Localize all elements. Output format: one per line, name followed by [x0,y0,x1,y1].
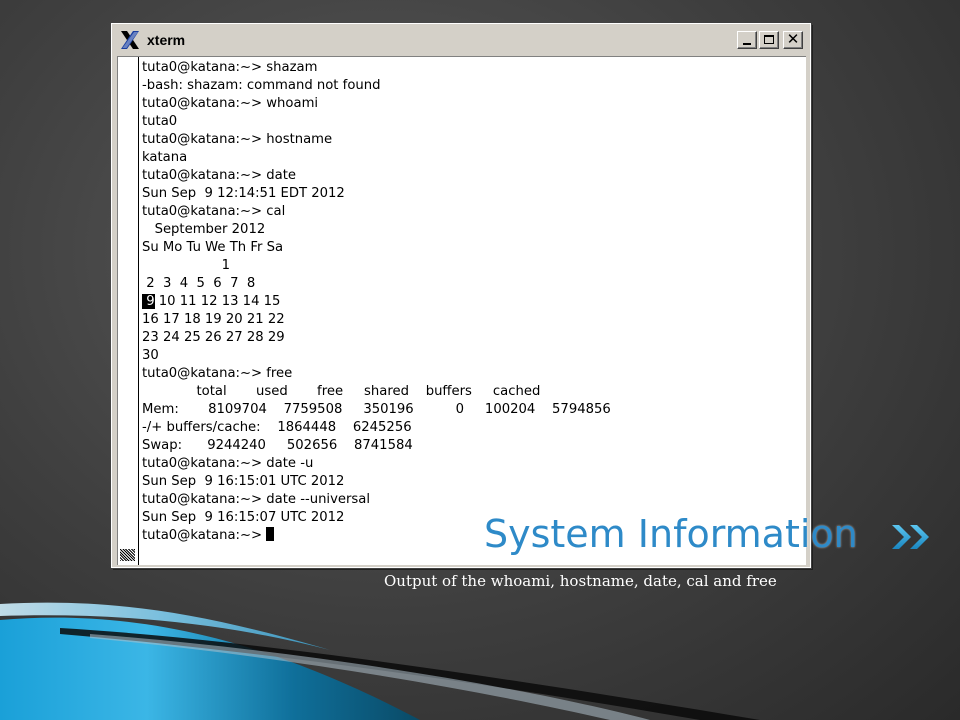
terminal-line: Su Mo Tu We Th Fr Sa [142,240,284,255]
terminal-line: Sun Sep 9 16:15:01 UTC 2012 [142,474,345,489]
terminal-line: -bash: shazam: command not found [142,78,381,93]
minimize-button[interactable] [737,31,757,49]
maximize-icon [764,35,774,44]
terminal-line: 30 [142,348,159,363]
terminal-line: 16 17 18 19 20 21 22 [142,312,285,327]
slide-title: System Information [484,512,858,556]
scroll-grip-icon[interactable] [120,549,135,561]
terminal-prompt: tuta0@katana:~> [142,528,267,543]
terminal-line: September 2012 [142,222,266,237]
x-logo-icon [119,29,141,51]
terminal-area[interactable]: tuta0@katana:~> shazam -bash: shazam: com… [117,56,806,565]
terminal-line: 23 24 25 26 27 28 29 [142,330,285,345]
terminal-line: tuta0@katana:~> date -u [142,456,314,471]
terminal-line: tuta0@katana:~> whoami [142,96,319,111]
window-controls: ✕ [737,30,803,49]
terminal-line: tuta0 [142,114,178,129]
terminal-line: tuta0@katana:~> date [142,168,297,183]
terminal-line-rest: 10 11 12 13 14 15 [158,294,281,309]
double-chevron-icon [892,525,929,549]
maximize-button[interactable] [759,31,779,49]
window-title: xterm [147,32,186,48]
terminal-output: tuta0@katana:~> shazam -bash: shazam: com… [142,59,611,545]
terminal-line: Mem: 8109704 7759508 350196 0 100204 579… [142,402,611,417]
terminal-line: tuta0@katana:~> cal [142,204,286,219]
close-icon: ✕ [786,30,800,48]
terminal-line: tuta0@katana:~> date --universal [142,492,371,507]
decorative-swoosh [0,602,760,720]
terminal-line: total used free shared buffers cached [142,384,541,399]
slide-caption: Output of the whoami, hostname, date, ca… [384,572,777,590]
window-titlebar[interactable]: xterm ✕ [115,27,807,53]
terminal-cursor [266,527,275,541]
close-button[interactable]: ✕ [783,30,803,49]
xterm-window: xterm ✕ tuta0@katana:~> shazam -bash: sha… [111,23,811,568]
terminal-line: 1 [142,258,231,273]
calendar-today-line: 9 10 11 12 13 14 15 [142,293,611,311]
terminal-line: -/+ buffers/cache: 1864448 6245256 [142,420,412,435]
calendar-today-highlight: 9 [142,294,155,309]
terminal-line: tuta0@katana:~> free [142,366,293,381]
terminal-line: tuta0@katana:~> shazam [142,60,318,75]
minimize-icon [743,43,751,45]
terminal-line: Sun Sep 9 12:14:51 EDT 2012 [142,186,345,201]
terminal-scrollbar[interactable] [118,57,139,565]
terminal-line: tuta0@katana:~> hostname [142,132,333,147]
terminal-line: 2 3 4 5 6 7 8 [142,276,256,291]
terminal-line: katana [142,150,188,165]
terminal-line: Swap: 9244240 502656 8741584 [142,438,413,453]
